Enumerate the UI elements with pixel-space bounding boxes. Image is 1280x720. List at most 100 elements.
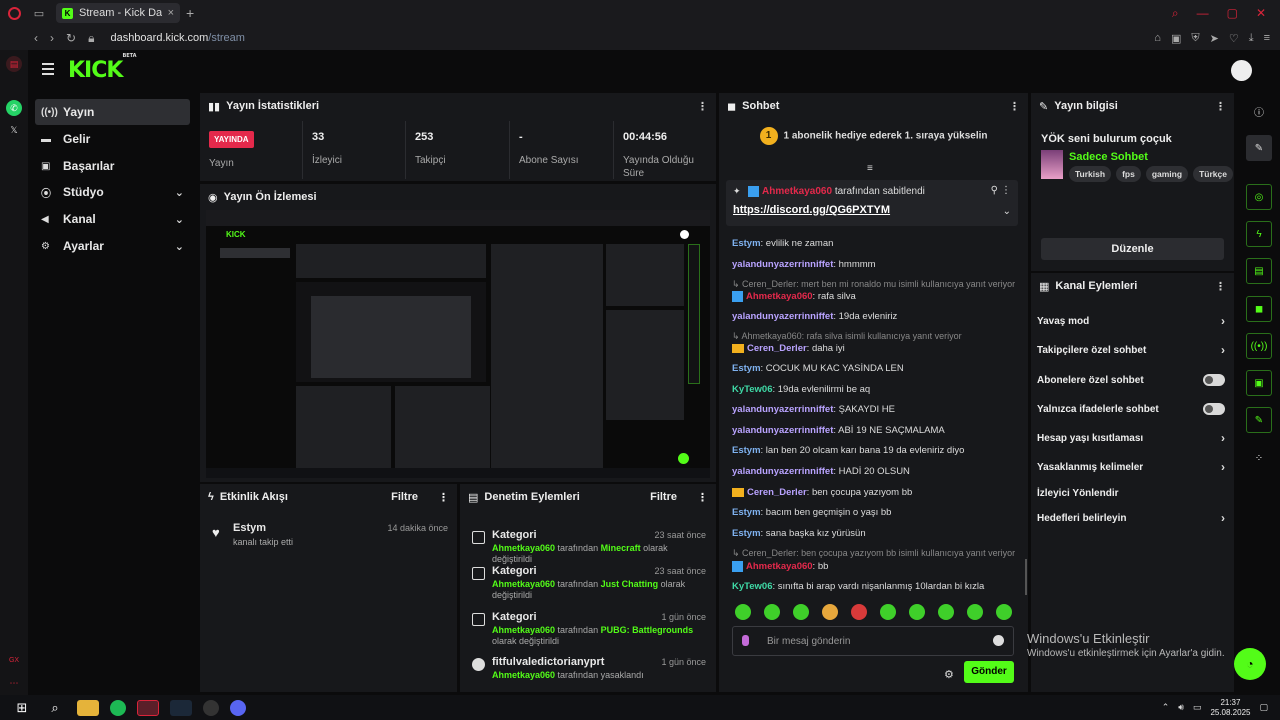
gx-icon[interactable]: GX (6, 653, 22, 669)
chat-reply-context[interactable]: ↳ Ceren_Derler: ben çocupa yazıyom bb is… (732, 548, 1022, 559)
chat-username[interactable]: KyTew06 (732, 581, 772, 592)
chat-message[interactable]: yalandunyazerrinniffet: hmmmm (732, 259, 1022, 270)
discord-icon[interactable] (230, 699, 246, 716)
nav-item-kanal[interactable]: ◀ Kanal ⌄ (35, 206, 190, 232)
emoji-icon[interactable] (993, 635, 1004, 646)
emote-only-toggle[interactable] (1203, 403, 1225, 415)
stream-category[interactable]: Sadece Sohbet (1069, 151, 1148, 163)
chat-username[interactable]: Ceren_Derler (747, 343, 807, 354)
back-icon[interactable]: ‹ (34, 31, 38, 45)
download-icon[interactable]: ⤓ (1249, 32, 1254, 45)
emote-icon[interactable] (938, 604, 954, 620)
emote-icon[interactable] (764, 604, 780, 620)
chat-message[interactable]: Ceren_Derler: daha iyi (732, 343, 1022, 354)
nav-item-basarilar[interactable]: ▣ Başarılar (35, 153, 190, 179)
chat-message[interactable]: Estym: evlilik ne zaman (732, 238, 1022, 249)
action-account-age[interactable]: Hesap yaşı kısıtlaması › (1037, 428, 1229, 448)
chat-username[interactable]: Estym (732, 445, 761, 456)
layers-icon[interactable]: ▣ (1246, 370, 1272, 396)
filter-button[interactable]: Filtre (650, 491, 677, 503)
emote-icon[interactable] (822, 604, 838, 620)
lightning-icon[interactable]: ϟ (1246, 221, 1272, 247)
send-button[interactable]: Gönder (964, 661, 1014, 683)
kebab-menu-icon[interactable]: ⋮ (438, 491, 449, 504)
kebab-menu-icon[interactable]: ⋮ (1215, 280, 1226, 293)
windows-start-icon[interactable]: ⊞ (11, 700, 33, 716)
forward-icon[interactable]: › (50, 31, 54, 45)
network-icon[interactable]: ▭ (1193, 702, 1202, 713)
emote-icon[interactable] (793, 604, 809, 620)
clock[interactable]: 21:37 25.08.2025 (1210, 698, 1250, 718)
chat-message[interactable]: Estym: lan ben 20 olcam karı bana 19 da … (732, 445, 1022, 456)
action-banned-words[interactable]: Yasaklanmış kelimeler › (1037, 457, 1229, 477)
subscribers-only-toggle[interactable] (1203, 374, 1225, 386)
chat-message[interactable]: Estym: COCUK MU KAC YASİNDA LEN (732, 363, 1022, 374)
nav-item-ayarlar[interactable]: ⚙ Ayarlar ⌄ (35, 233, 190, 259)
action-raid[interactable]: İzleyici Yönlendir (1037, 483, 1229, 503)
chat-username[interactable]: yalandunyazerrinniffet (732, 425, 833, 436)
chat-message[interactable]: yalandunyazerrinniffet: 19da evleniriz (732, 311, 1022, 322)
notification-icon[interactable]: ▢ (1259, 702, 1268, 713)
chat-settings-gear-icon[interactable]: ⚙ (944, 668, 954, 681)
emote-icon[interactable] (909, 604, 925, 620)
new-tab-icon[interactable]: + (186, 5, 194, 21)
chat-username[interactable]: Estym (732, 363, 761, 374)
broadcast-icon[interactable]: ((•)) (1246, 333, 1272, 359)
chat-username[interactable]: Estym (732, 528, 761, 539)
reload-icon[interactable]: ↻ (66, 31, 76, 45)
kebab-menu-icon[interactable]: ⋮ (697, 491, 708, 504)
nav-item-studyo[interactable]: ⦿ Stüdyo ⌄ (35, 179, 190, 205)
chat-reply-context[interactable]: ↳ Ceren_Derler: mert ben mi ronaldo mu i… (732, 279, 1022, 290)
opera-logo-icon[interactable] (0, 0, 28, 26)
action-slow-mode[interactable]: Yavaş mod › (1037, 311, 1229, 331)
kebab-menu-icon[interactable]: ⋮ (1009, 100, 1020, 113)
chat-username[interactable]: yalandunyazerrinniffet (732, 311, 833, 322)
pinned-link[interactable]: https://discord.gg/QG6PXTYM (733, 204, 890, 216)
emote-icon[interactable] (967, 604, 983, 620)
file-explorer-icon[interactable] (77, 699, 99, 716)
chat-username[interactable]: Estym (732, 507, 761, 518)
chat-message[interactable]: Ceren_Derler: ben çocupa yazıyom bb (732, 487, 1022, 498)
kebab-menu-icon[interactable]: ⋮ (697, 100, 708, 113)
nav-item-yayin[interactable]: ((•)) Yayın (35, 99, 190, 125)
chat-reply-context[interactable]: ↳ Ahmetkaya060: rafa silva isimli kullan… (732, 331, 1022, 342)
user-avatar[interactable] (1231, 60, 1252, 81)
chat-username[interactable]: Ahmetkaya060 (746, 291, 813, 302)
briefcase-icon[interactable]: ▤ (6, 56, 22, 72)
bookmark-icon[interactable]: ⌂ (1154, 32, 1161, 45)
volume-icon[interactable]: 🔊︎ (1178, 702, 1184, 713)
shield-icon[interactable]: ⛨ (1191, 32, 1199, 45)
nav-item-gelir[interactable]: ▬ Gelir (35, 126, 190, 152)
chat-message[interactable]: KyTew06: 19da evlenilirmi be aq (732, 384, 1022, 395)
chat-message[interactable]: yalandunyazerrinniffet: ABİ 19 NE SAÇMAL… (732, 425, 1022, 436)
minimize-icon[interactable]: — (1197, 6, 1209, 21)
chat-username[interactable]: Ahmetkaya060 (746, 561, 813, 572)
heart-icon[interactable]: ♡ (1229, 32, 1239, 45)
chat-username[interactable]: yalandunyazerrinniffet (732, 466, 833, 477)
gift-leaderboard-banner[interactable]: 1 1 abonelik hediye ederek 1. sıraya yüks… (719, 127, 1028, 145)
chat-message[interactable]: yalandunyazerrinniffet: HADİ 20 OLSUN (732, 466, 1022, 477)
wrench-icon[interactable]: ✎ (1246, 407, 1272, 433)
tab-island-icon[interactable]: ▭ (28, 7, 50, 20)
emote-icon[interactable] (996, 604, 1012, 620)
chevron-down-icon[interactable]: ⌄ (1003, 206, 1011, 217)
chat-bubble-icon[interactable]: ◼ (1246, 296, 1272, 322)
chat-username[interactable]: Ceren_Derler (747, 487, 807, 498)
chat-scrollbar[interactable] (1025, 559, 1027, 595)
url-field[interactable]: dashboard.kick.com/stream (110, 32, 245, 44)
camera-icon[interactable]: ◎ (1246, 184, 1272, 210)
edit-button[interactable]: Düzenle (1041, 238, 1224, 260)
chat-username[interactable]: KyTew06 (732, 384, 772, 395)
whatsapp-icon[interactable]: ✆ (6, 100, 22, 116)
pin-icon[interactable]: ⚲ (991, 185, 998, 196)
activity-user[interactable]: Estym (233, 522, 266, 534)
apps-icon[interactable]: ⁘ (1246, 445, 1272, 471)
steam-icon[interactable] (170, 699, 192, 716)
hamburger-menu-icon[interactable] (42, 63, 54, 75)
chat-username[interactable]: yalandunyazerrinniffet (732, 259, 833, 270)
chat-message[interactable]: Ahmetkaya060: bb (732, 561, 1022, 572)
filter-button[interactable]: Filtre (391, 491, 418, 503)
help-chat-icon[interactable]: ◔ (1234, 648, 1266, 680)
chat-input[interactable]: Bir mesaj gönderin (732, 626, 1014, 656)
action-goals[interactable]: Hedefleri belirleyin › (1037, 508, 1229, 528)
